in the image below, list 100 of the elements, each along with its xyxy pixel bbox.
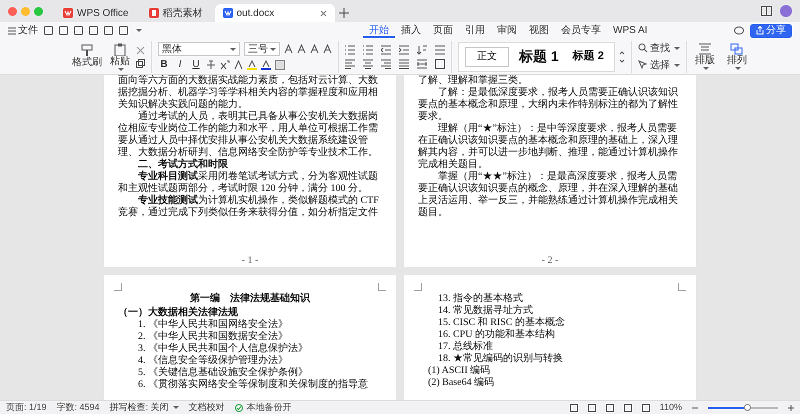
increase-indent-icon[interactable] xyxy=(399,44,409,54)
gallery-scroll-icon[interactable] xyxy=(618,50,625,62)
plus-icon[interactable] xyxy=(338,8,348,18)
brush-icon xyxy=(80,44,94,57)
bullet-list-icon[interactable] xyxy=(345,44,355,54)
avatar-icon[interactable] xyxy=(780,5,792,17)
wps-logo-icon xyxy=(63,8,73,18)
ribbon-tab[interactable]: 引用 xyxy=(459,23,491,38)
caret-icon xyxy=(702,67,709,70)
align-right-icon[interactable] xyxy=(381,58,391,68)
ribbon-tab[interactable]: WPS AI xyxy=(607,23,654,38)
caret-icon xyxy=(172,406,179,409)
zoom-level: 110% xyxy=(660,400,682,414)
font-name-select[interactable]: 黑体 xyxy=(158,42,240,56)
grow-font-icon[interactable] xyxy=(284,44,293,54)
paste-button[interactable]: 粘贴 xyxy=(108,42,132,70)
proofread-button[interactable]: 文档校对 xyxy=(188,400,225,414)
list-item: 17. 总线标准 xyxy=(437,341,494,352)
search-icon xyxy=(638,43,648,53)
list-item: 2. 《中华人民共和国数据安全法》 xyxy=(137,331,289,342)
list-item: 3. 《中华人民共和国个人信息保护法》 xyxy=(137,343,309,354)
spell-check-toggle[interactable]: 拼写检查: 关闭 xyxy=(110,400,179,414)
text-layout-icon xyxy=(698,43,712,55)
character-border-icon[interactable] xyxy=(275,60,285,70)
list-item: 4. 《信息安全等级保护管理办法》 xyxy=(137,355,289,366)
menu-icon xyxy=(8,26,16,34)
superscript-icon[interactable] xyxy=(220,60,230,70)
justify-icon[interactable] xyxy=(399,58,409,68)
ribbon-tab[interactable]: 插入 xyxy=(395,23,427,38)
page-number: - 1 - xyxy=(240,255,260,267)
comment-icon[interactable] xyxy=(734,26,744,35)
list-item: (2) Base64 编码 xyxy=(427,377,496,389)
check-circle-icon xyxy=(234,404,243,412)
align-center-icon[interactable] xyxy=(363,58,373,68)
window-tab[interactable]: WPS Office xyxy=(55,4,136,22)
section-heading: 二、考试方式和时限 xyxy=(137,159,229,170)
align-left-icon[interactable] xyxy=(345,58,355,68)
close-icon[interactable] xyxy=(320,10,326,16)
caret-icon xyxy=(734,67,741,70)
minus-icon[interactable] xyxy=(692,404,698,410)
caret-icon xyxy=(230,48,236,50)
crop-mark xyxy=(414,283,422,291)
list-item: 18. ★常见编码的识别与转换 xyxy=(437,353,564,364)
format-painter-button[interactable]: 格式刷 xyxy=(70,44,104,69)
paragraph: 了解：是最低深度要求，报考人员需要正确认识该知识要点的基本概念和原理，大纲内未作特别标注的都为了解性要求。 xyxy=(418,87,679,122)
caret-icon xyxy=(118,68,124,70)
highlight-icon[interactable] xyxy=(247,60,257,70)
list-item: 16. CPU 的功能和基本结构 xyxy=(437,329,556,340)
list-item: 13. 指令的基本格式 xyxy=(437,293,524,304)
border-icon[interactable] xyxy=(435,58,445,68)
paragraph: 专业技能测试为计算机实机操作，类似解题模式的 CTF 竞赛，通过完成下列类似任务来获得分值，如分析指定文件 xyxy=(118,195,380,219)
select-button[interactable]: 选择 xyxy=(638,58,680,72)
panel-icon[interactable] xyxy=(761,6,772,16)
clipboard-icon xyxy=(113,42,127,56)
format-button[interactable]: U xyxy=(190,58,202,71)
plus-icon[interactable] xyxy=(788,404,794,410)
copy-icon[interactable] xyxy=(136,58,145,68)
ribbon-tab[interactable]: 会员专享 xyxy=(555,23,607,38)
window-tab[interactable]: 稻壳素材 xyxy=(140,4,210,22)
arrange-icon xyxy=(730,43,744,55)
ribbon-tab[interactable]: 审阅 xyxy=(491,23,523,38)
style-option[interactable]: 正文 xyxy=(465,46,509,66)
slider-thumb[interactable] xyxy=(744,404,750,410)
subsection-heading: （一）大数据相关法律法规 xyxy=(118,307,239,318)
font-color-icon[interactable] xyxy=(261,60,271,70)
caret-icon xyxy=(136,29,142,32)
list-item: 15. CISC 和 RISC 的基本概念 xyxy=(437,317,566,328)
sort-icon[interactable] xyxy=(417,44,427,54)
style-option[interactable]: 标题 2 xyxy=(568,48,608,65)
strikethrough-icon[interactable] xyxy=(206,60,216,70)
arrange-button[interactable]: 排列 xyxy=(724,43,749,70)
share-icon xyxy=(756,26,764,35)
caret-icon xyxy=(674,64,680,66)
list-item: 5. 《关键信息基础设施安全保护条例》 xyxy=(137,367,309,378)
style-option[interactable]: 标题 1 xyxy=(515,46,563,67)
docer-logo-icon xyxy=(148,8,158,18)
font-size-select[interactable]: 三号 xyxy=(244,42,280,56)
crop-mark xyxy=(678,283,686,291)
paragraph: 专业科目测试采用闭卷笔试考试方式，分为客观性试题和主观性试题两部分，考试时限 120 分钟，满分 100 分。 xyxy=(118,171,379,194)
chapter-title: 第一编 法律法规基础知识 xyxy=(189,293,312,305)
format-button[interactable]: B xyxy=(158,58,170,71)
decrease-indent-icon[interactable] xyxy=(381,44,391,54)
share-button[interactable]: 分享 xyxy=(750,24,792,38)
distributed-icon[interactable] xyxy=(417,58,427,68)
window-tab[interactable]: out.docx xyxy=(214,4,334,22)
file-menu[interactable]: 文件 xyxy=(8,24,38,38)
cursor-icon xyxy=(638,60,648,70)
paragraph: 掌握（用“★★”标注）：是最高深度要求，报考人员需要正确认识该知识要点的概念、原理，并在深入理解的基础上灵活运用、举一反三，并能熟练通过计算机操作完成相关题目。 xyxy=(418,171,679,219)
list-item: 1. 《中华人民共和国网络安全法》 xyxy=(137,319,289,330)
list-item: (1) ASCII 编码 xyxy=(427,365,492,376)
format-button[interactable]: I xyxy=(174,58,186,71)
cut-icon[interactable] xyxy=(136,46,145,54)
page-count: 页面: 1/19 xyxy=(6,400,47,414)
layout-button[interactable]: 排版 xyxy=(692,43,717,70)
line-spacing-icon[interactable] xyxy=(435,44,445,54)
paragraph: 通过考试的人员，表明其已具备从事公安机关大数据岗位相应专业岗位工作的能力和水平，用人单位可根据工作需要从通过人员中择优安排从事公安机关大数据系统建设管理、大数据分析研判、信息网络安全防护等专业技术工作。 xyxy=(118,111,379,158)
ribbon-tab[interactable]: 视图 xyxy=(523,23,555,38)
find-button[interactable]: 查找 xyxy=(638,41,680,55)
list-item: 14. 常见数据寻址方式 xyxy=(437,305,534,316)
ribbon-tab[interactable]: 页面 xyxy=(427,23,459,38)
